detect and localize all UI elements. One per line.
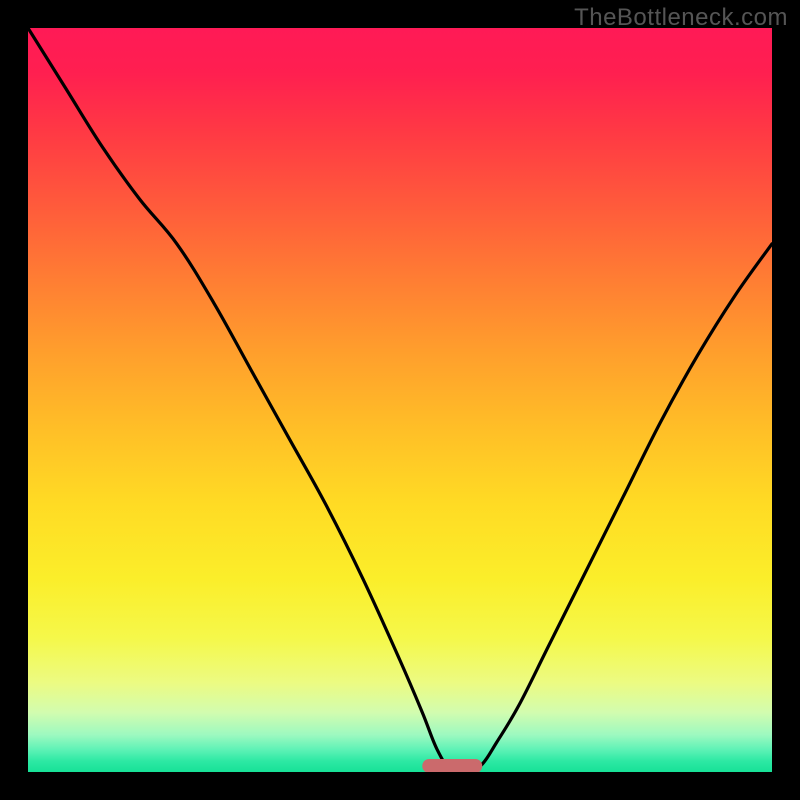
plot-area xyxy=(28,28,772,772)
minimum-marker xyxy=(422,759,482,772)
chart-frame: TheBottleneck.com xyxy=(0,0,800,800)
bottleneck-curve xyxy=(28,28,772,772)
watermark-text: TheBottleneck.com xyxy=(574,4,788,32)
